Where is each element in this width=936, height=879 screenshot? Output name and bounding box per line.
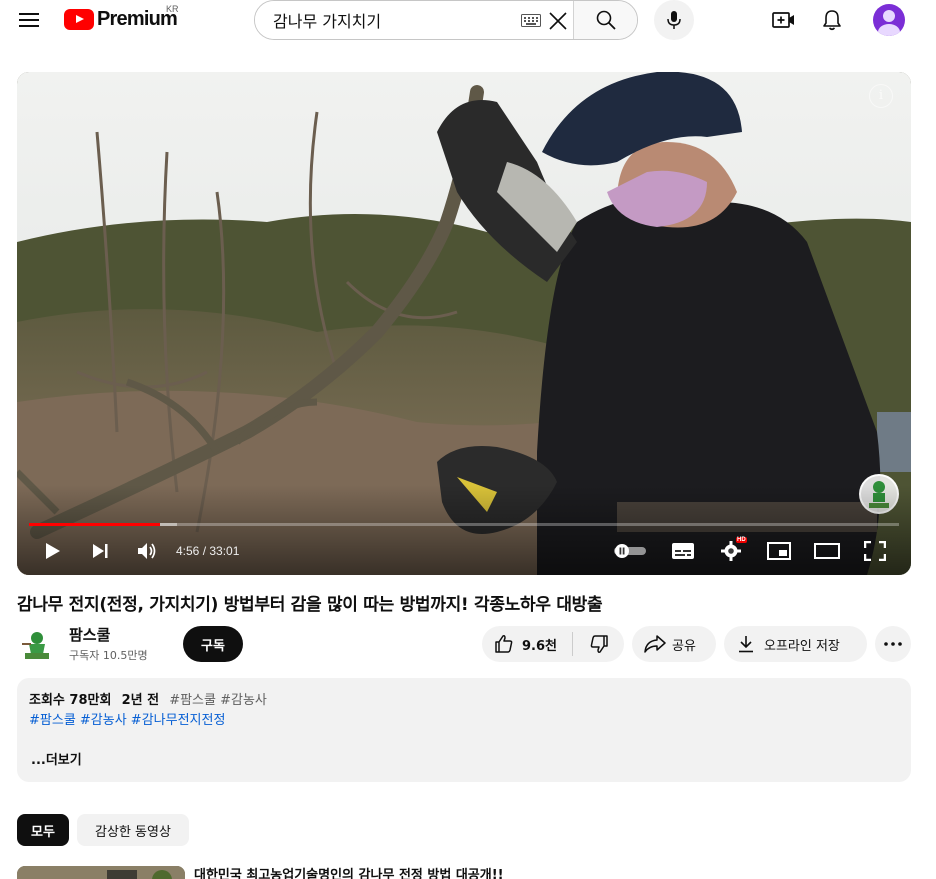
share-icon: [644, 635, 666, 653]
description-hashtags[interactable]: #팜스쿨 #감농사 #감나무전지전정: [29, 709, 225, 728]
play-button[interactable]: [37, 538, 67, 564]
share-label: 공유: [672, 638, 696, 654]
search-box: [254, 0, 638, 40]
like-button[interactable]: 9.6천: [482, 626, 572, 662]
hamburger-menu-icon: [19, 13, 39, 27]
bell-icon: [823, 10, 841, 31]
next-video-button[interactable]: [85, 538, 115, 564]
volume-icon: [138, 543, 156, 559]
subtitles-button[interactable]: [667, 538, 699, 564]
youtube-premium-logo[interactable]: Premium KR: [64, 4, 179, 31]
time-display: 4:56 / 33:01: [176, 544, 240, 558]
search-icon: [596, 10, 616, 30]
thumbs-up-icon: [495, 635, 513, 653]
more-horizontal-icon: [884, 642, 902, 646]
thumbs-down-icon: [590, 635, 608, 653]
skip-next-icon: [93, 544, 108, 558]
seek-bar-played: [29, 523, 160, 526]
more-actions-button[interactable]: [875, 626, 911, 662]
download-icon: [739, 636, 753, 653]
fullscreen-icon: [864, 541, 886, 561]
youtube-play-logo-icon: [64, 9, 94, 30]
autoplay-toggle[interactable]: [612, 538, 648, 564]
video-info-icon[interactable]: i: [869, 84, 893, 108]
subtitles-icon: [672, 543, 694, 559]
video-camera-add-icon: [772, 12, 794, 28]
thumbnail-image: [17, 866, 185, 879]
video-title: 감나무 전지(전정, 가지치기) 방법부터 감을 많이 따는 방법까지! 각종노…: [17, 595, 603, 615]
channel-name[interactable]: 팜스쿨: [69, 624, 110, 645]
masthead: Premium KR: [0, 0, 936, 40]
notifications-button[interactable]: [814, 2, 850, 38]
view-count: 조회수 78만회: [29, 693, 112, 708]
inline-hashtags[interactable]: #팜스쿨 #감농사: [169, 693, 267, 708]
miniplayer-icon: [767, 542, 791, 560]
user-avatar[interactable]: [873, 4, 905, 36]
video-player[interactable]: i 4:56 / 33:01 HD: [17, 72, 911, 575]
voice-search-button[interactable]: [654, 0, 694, 40]
keyboard-icon[interactable]: [521, 14, 541, 27]
description-meta: 조회수 78만회 2년 전 #팜스쿨 #감농사: [29, 689, 267, 708]
related-video-thumbnail[interactable]: [17, 866, 185, 879]
create-button[interactable]: [766, 2, 802, 38]
gear-icon: [721, 541, 741, 561]
mute-button[interactable]: [132, 538, 162, 564]
logo-text: Premium: [97, 8, 178, 30]
share-button[interactable]: 공유: [632, 626, 716, 662]
chip-watched-videos[interactable]: 감상한 동영상: [77, 814, 189, 846]
download-button[interactable]: 오프라인 저장: [724, 626, 867, 662]
subscribe-button[interactable]: 구독: [183, 626, 243, 662]
upload-age: 2년 전: [121, 693, 160, 708]
clear-search-button[interactable]: [546, 9, 570, 33]
channel-avatar[interactable]: [17, 624, 57, 664]
related-video-title[interactable]: 대한민국 최고농업기술명인의 감나무 전정 방법 대공개!!: [194, 864, 504, 879]
like-dislike-group: 9.6천: [482, 626, 624, 662]
seek-bar[interactable]: [29, 523, 899, 526]
search-button[interactable]: [573, 1, 637, 39]
play-icon: [46, 543, 60, 559]
like-count: 9.6천: [522, 638, 557, 654]
show-more-button[interactable]: ...더보기: [31, 749, 82, 768]
description-box[interactable]: 조회수 78만회 2년 전 #팜스쿨 #감농사 #팜스쿨 #감농사 #감나무전지…: [17, 678, 911, 782]
autoplay-toggle-icon: [614, 544, 646, 558]
dislike-button[interactable]: [573, 626, 624, 662]
download-label: 오프라인 저장: [764, 638, 840, 654]
close-icon: [549, 12, 567, 30]
chip-all[interactable]: 모두: [17, 814, 69, 846]
miniplayer-button[interactable]: [763, 538, 795, 564]
farm-school-logo-icon: [22, 632, 49, 659]
microphone-icon: [667, 11, 681, 29]
logo-region-code: KR: [166, 4, 179, 14]
theater-mode-button[interactable]: [811, 538, 843, 564]
theater-mode-icon: [814, 543, 840, 559]
hd-badge: HD: [736, 537, 747, 543]
menu-button[interactable]: [12, 3, 46, 37]
fullscreen-button[interactable]: [859, 538, 891, 564]
subscriber-count: 구독자 10.5만명: [69, 649, 148, 662]
